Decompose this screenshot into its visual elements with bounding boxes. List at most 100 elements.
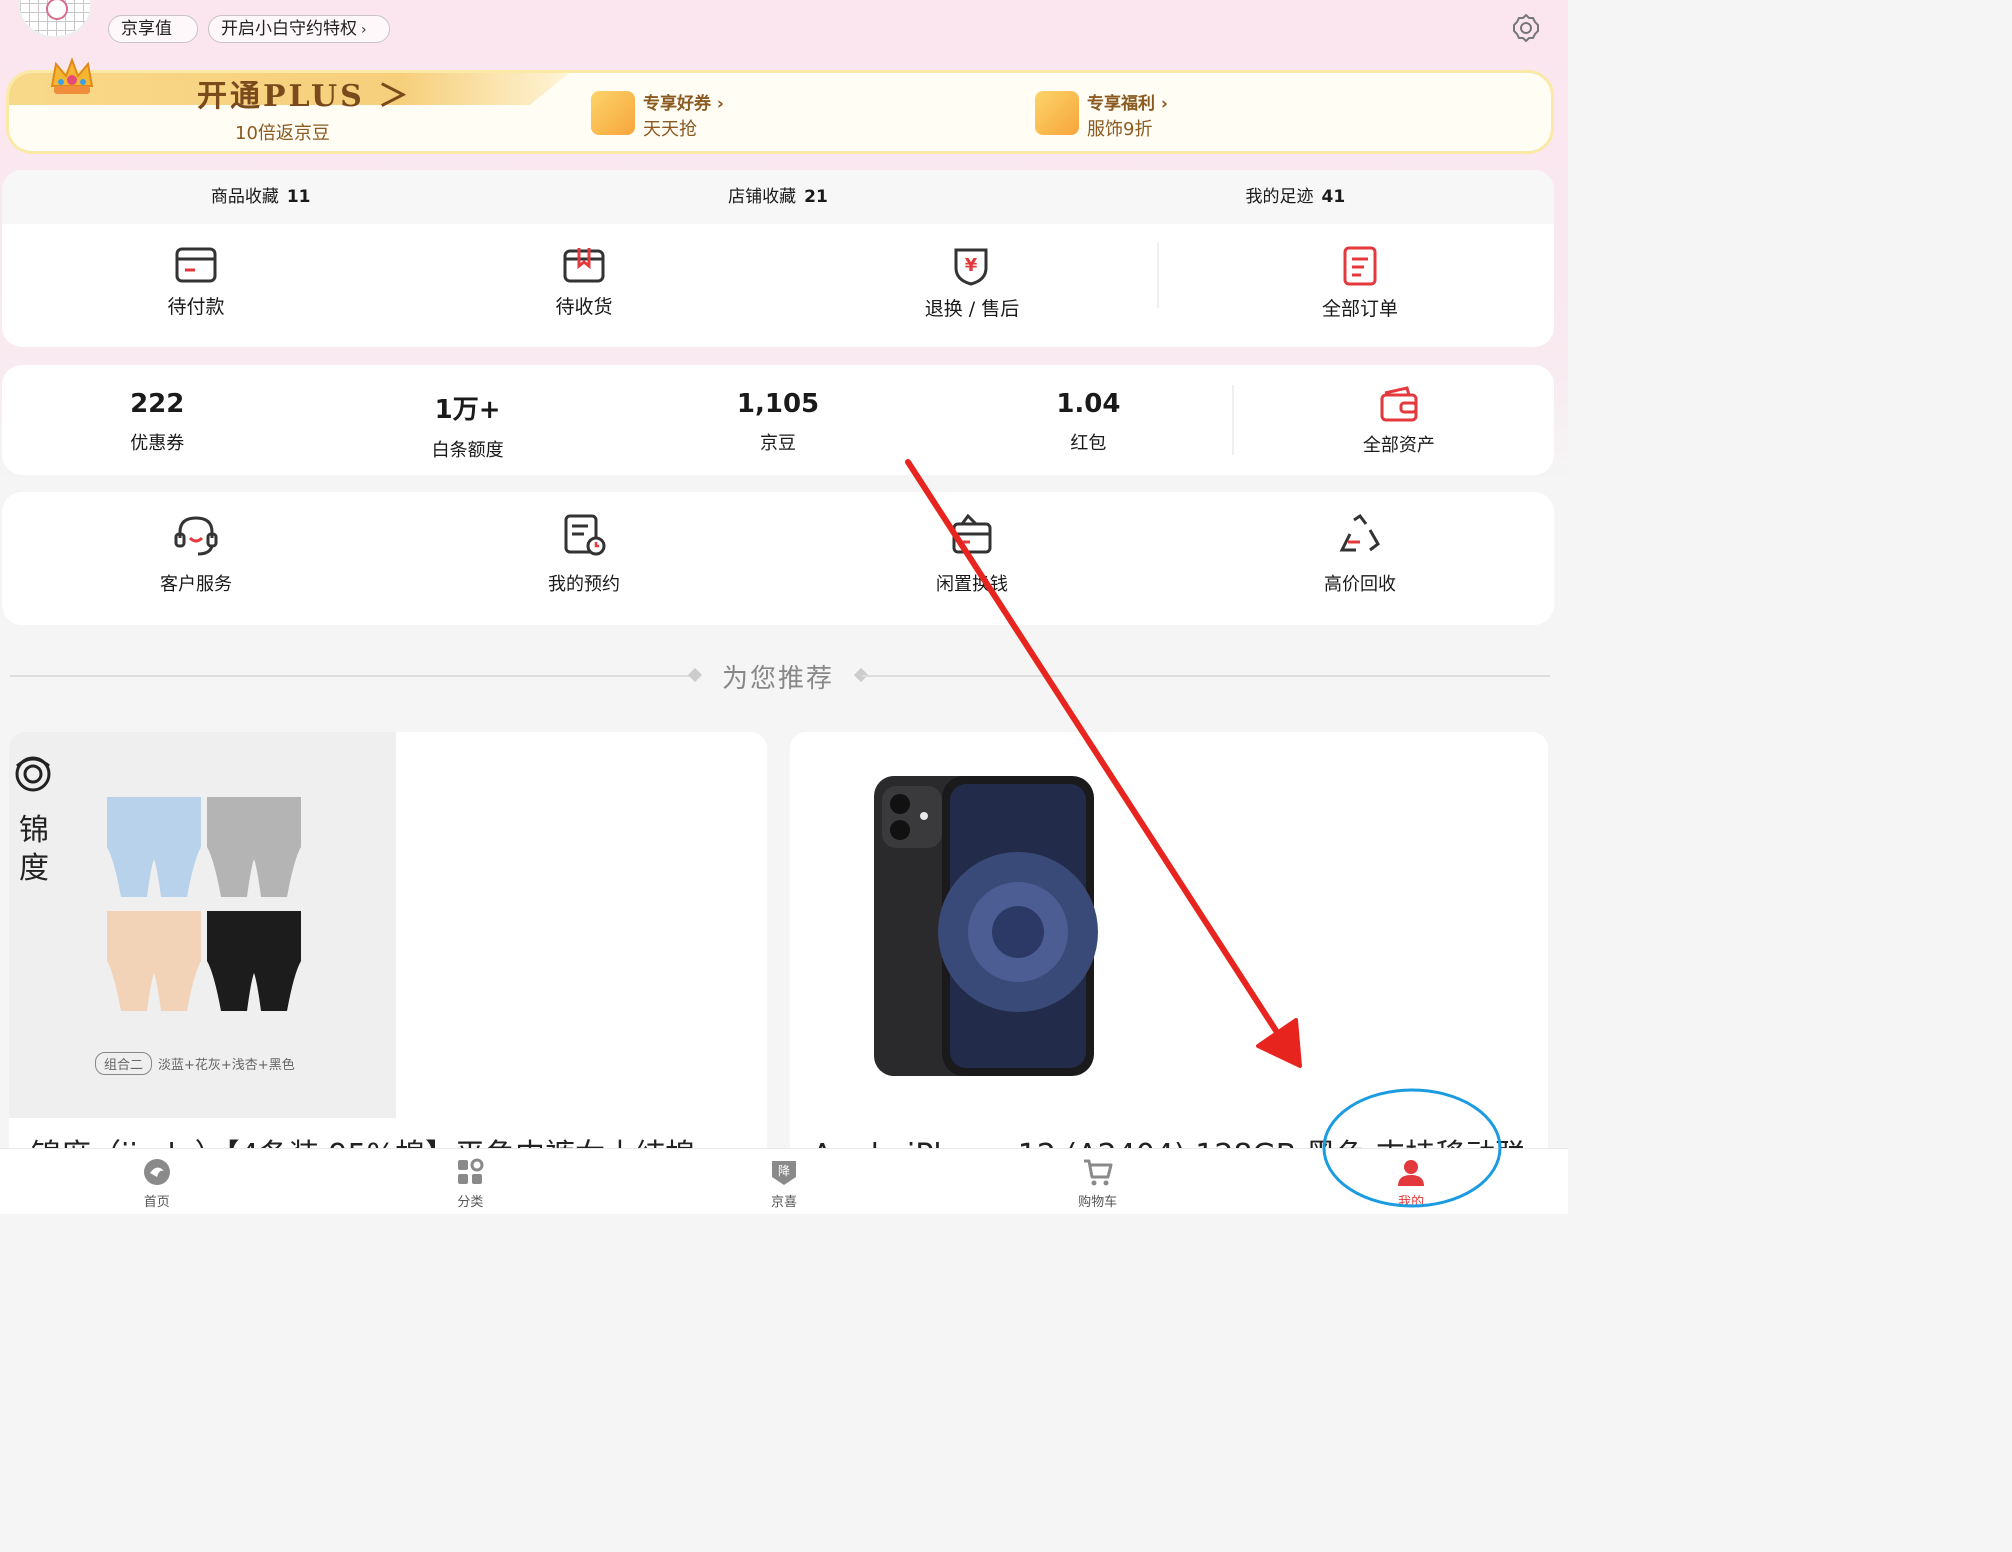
recommend-diamond-left <box>687 667 703 683</box>
asset-all-label: 全部资产 <box>1362 435 1435 456</box>
chevron-right-icon: › <box>361 22 367 38</box>
tab-category[interactable]: 分类 <box>314 1149 628 1214</box>
home-icon <box>143 1159 170 1185</box>
iphone-picture <box>874 776 1098 1076</box>
orders-divider <box>1157 242 1159 308</box>
service-recycle-label: 高价回收 <box>1324 574 1396 595</box>
perk-coupons-desc: 天天抢 <box>643 119 697 140</box>
asset-jingdou-label: 京豆 <box>760 433 797 454</box>
service-idle-trade-label: 闲置换钱 <box>936 574 1008 595</box>
browsing-history-label: 我的足迹 <box>1245 187 1314 207</box>
asset-baitiao-label: 白条额度 <box>431 440 504 461</box>
service-idle-trade[interactable]: 闲置换钱 <box>778 492 1166 625</box>
favorite-shops-label: 店铺收藏 <box>728 187 797 207</box>
product-combo-tag: 组合二 <box>95 1052 153 1075</box>
my-page: 京享值 开启小白守约特权 › 开通PLUS ＞ 10倍返京豆 专享好券 › 天天抢… <box>0 0 1568 1214</box>
asset-coupons-label: 优惠券 <box>130 433 185 454</box>
favorite-goods-count: 11 <box>286 187 311 207</box>
order-pending-payment[interactable]: 待付款 <box>2 224 390 347</box>
assets-divider <box>1232 385 1234 455</box>
orders-card: 商品收藏 11 店铺收藏 21 我的足迹 41 待付款 待收货 ¥ 退换 / 售… <box>2 170 1554 347</box>
services-card: 客户服务 我的预约 闲置换钱 高价回收 <box>2 492 1554 625</box>
asset-jingdou-value: 1,105 <box>736 389 820 419</box>
recommend-title: 为您推荐 <box>722 664 835 694</box>
wallet-card-icon <box>175 247 217 283</box>
service-recycle[interactable]: 高价回收 <box>1166 492 1554 625</box>
assets-card: 222 优惠券 1万+ 白条额度 1,105 京豆 1.04 红包 全部资产 <box>2 365 1554 475</box>
svg-text:¥: ¥ <box>965 255 978 276</box>
order-all[interactable]: 全部订单 <box>1166 224 1554 347</box>
service-appointment[interactable]: 我的预约 <box>390 492 778 625</box>
tab-cart[interactable]: 购物车 <box>941 1149 1255 1214</box>
headset-icon <box>174 516 218 556</box>
coupon-icon <box>591 91 635 135</box>
bag-icon <box>1035 91 1079 135</box>
jingxiang-value-pill[interactable]: 京享值 <box>108 15 198 43</box>
tab-profile-label: 我的 <box>1398 1195 1425 1210</box>
order-refund-aftersale[interactable]: ¥ 退换 / 售后 <box>778 224 1166 347</box>
underwear-picture <box>107 797 301 1011</box>
order-pending-receipt-label: 待收货 <box>555 296 613 318</box>
favorite-shops[interactable]: 店铺收藏 21 <box>519 170 1036 224</box>
favorite-goods-label: 商品收藏 <box>210 187 279 207</box>
asset-jingdou[interactable]: 1,105 京豆 <box>623 365 933 475</box>
order-list-icon <box>1343 246 1377 286</box>
asset-coupons[interactable]: 222 优惠券 <box>2 365 312 475</box>
xiaobai-privilege-label: 开启小白守约特权 <box>221 19 357 39</box>
xiaobai-privilege-pill[interactable]: 开启小白守约特权 › <box>208 15 390 43</box>
jingxi-badge: 降 <box>778 1164 790 1178</box>
user-avatar[interactable] <box>18 0 92 38</box>
order-status-row: 待付款 待收货 ¥ 退换 / 售后 全部订单 <box>2 224 1554 347</box>
product-image-underwear: 锦度 组合二 淡蓝+花灰+浅杏+黑色 <box>9 732 396 1118</box>
favorite-shops-count: 21 <box>804 187 828 207</box>
perk-coupons-title: 专享好券 › <box>643 94 724 114</box>
browsing-history-count: 41 <box>1321 187 1346 207</box>
asset-hongbao-label: 红包 <box>1070 433 1107 454</box>
tab-home[interactable]: 首页 <box>0 1149 314 1214</box>
plus-crown-icon <box>50 57 94 94</box>
cart-icon <box>1083 1159 1113 1186</box>
recommend-header: 为您推荐 <box>0 656 1568 696</box>
refund-icon: ¥ <box>954 248 988 286</box>
product-card-underwear[interactable]: 锦度 组合二淡蓝+花灰+浅杏+黑色 锦度（jindu）【4条装 95%棉】平角内… <box>9 732 767 1162</box>
tab-jingxi-label: 京喜 <box>770 1195 797 1210</box>
recommend-line-left <box>10 675 694 677</box>
asset-hongbao[interactable]: 1.04 红包 <box>933 365 1243 475</box>
service-customer[interactable]: 客户服务 <box>2 492 390 625</box>
order-refund-aftersale-label: 退换 / 售后 <box>924 298 1020 320</box>
product-combo: 组合二 淡蓝+花灰+浅杏+黑色 <box>95 1052 295 1075</box>
tab-jingxi[interactable]: 降 京喜 <box>627 1149 941 1214</box>
tab-home-label: 首页 <box>143 1195 170 1210</box>
order-pending-receipt[interactable]: 待收货 <box>390 224 778 347</box>
order-pending-payment-label: 待付款 <box>167 296 225 318</box>
recycle-icon <box>1339 513 1380 552</box>
asset-all[interactable]: 全部资产 <box>1244 365 1554 475</box>
product-card-iphone[interactable]: Apple iPhone 12 (A2404) 128GB 黑色 支持移动联 <box>790 732 1548 1162</box>
category-icon <box>458 1158 484 1184</box>
service-appointment-label: 我的预约 <box>548 574 620 595</box>
plus-banner[interactable]: 开通PLUS ＞ 10倍返京豆 专享好券 › 天天抢 专享福利 › 服饰9折 <box>6 70 1554 154</box>
service-customer-label: 客户服务 <box>160 574 232 595</box>
settings-gear-icon[interactable] <box>1510 12 1542 44</box>
jingxiang-value-label: 京享值 <box>121 19 172 39</box>
asset-baitiao[interactable]: 1万+ 白条额度 <box>312 365 622 475</box>
perk-welfare-desc: 服饰9折 <box>1087 119 1153 140</box>
plus-title[interactable]: 开通PLUS ＞ <box>197 73 411 115</box>
browsing-history[interactable]: 我的足迹 41 <box>1037 170 1554 224</box>
profile-icon <box>1398 1160 1425 1186</box>
tab-category-label: 分类 <box>457 1195 484 1210</box>
favorites-bar: 商品收藏 11 店铺收藏 21 我的足迹 41 <box>2 170 1554 224</box>
asset-baitiao-value: 1万+ <box>434 395 501 425</box>
tab-profile[interactable]: 我的 <box>1254 1149 1568 1214</box>
favorite-goods[interactable]: 商品收藏 11 <box>2 170 519 224</box>
asset-hongbao-value: 1.04 <box>1056 389 1121 419</box>
jingxi-icon: 降 <box>771 1161 796 1185</box>
product-brand-vertical: 锦度 <box>19 813 49 886</box>
asset-coupons-value: 222 <box>130 389 185 419</box>
appointment-icon <box>564 514 606 556</box>
order-all-label: 全部订单 <box>1321 298 1398 320</box>
plus-subtitle: 10倍返京豆 <box>235 123 330 144</box>
product-combo-desc: 淡蓝+花灰+浅杏+黑色 <box>158 1058 295 1073</box>
idle-trade-icon <box>952 513 992 554</box>
perk-welfare-title: 专享福利 › <box>1087 94 1168 114</box>
